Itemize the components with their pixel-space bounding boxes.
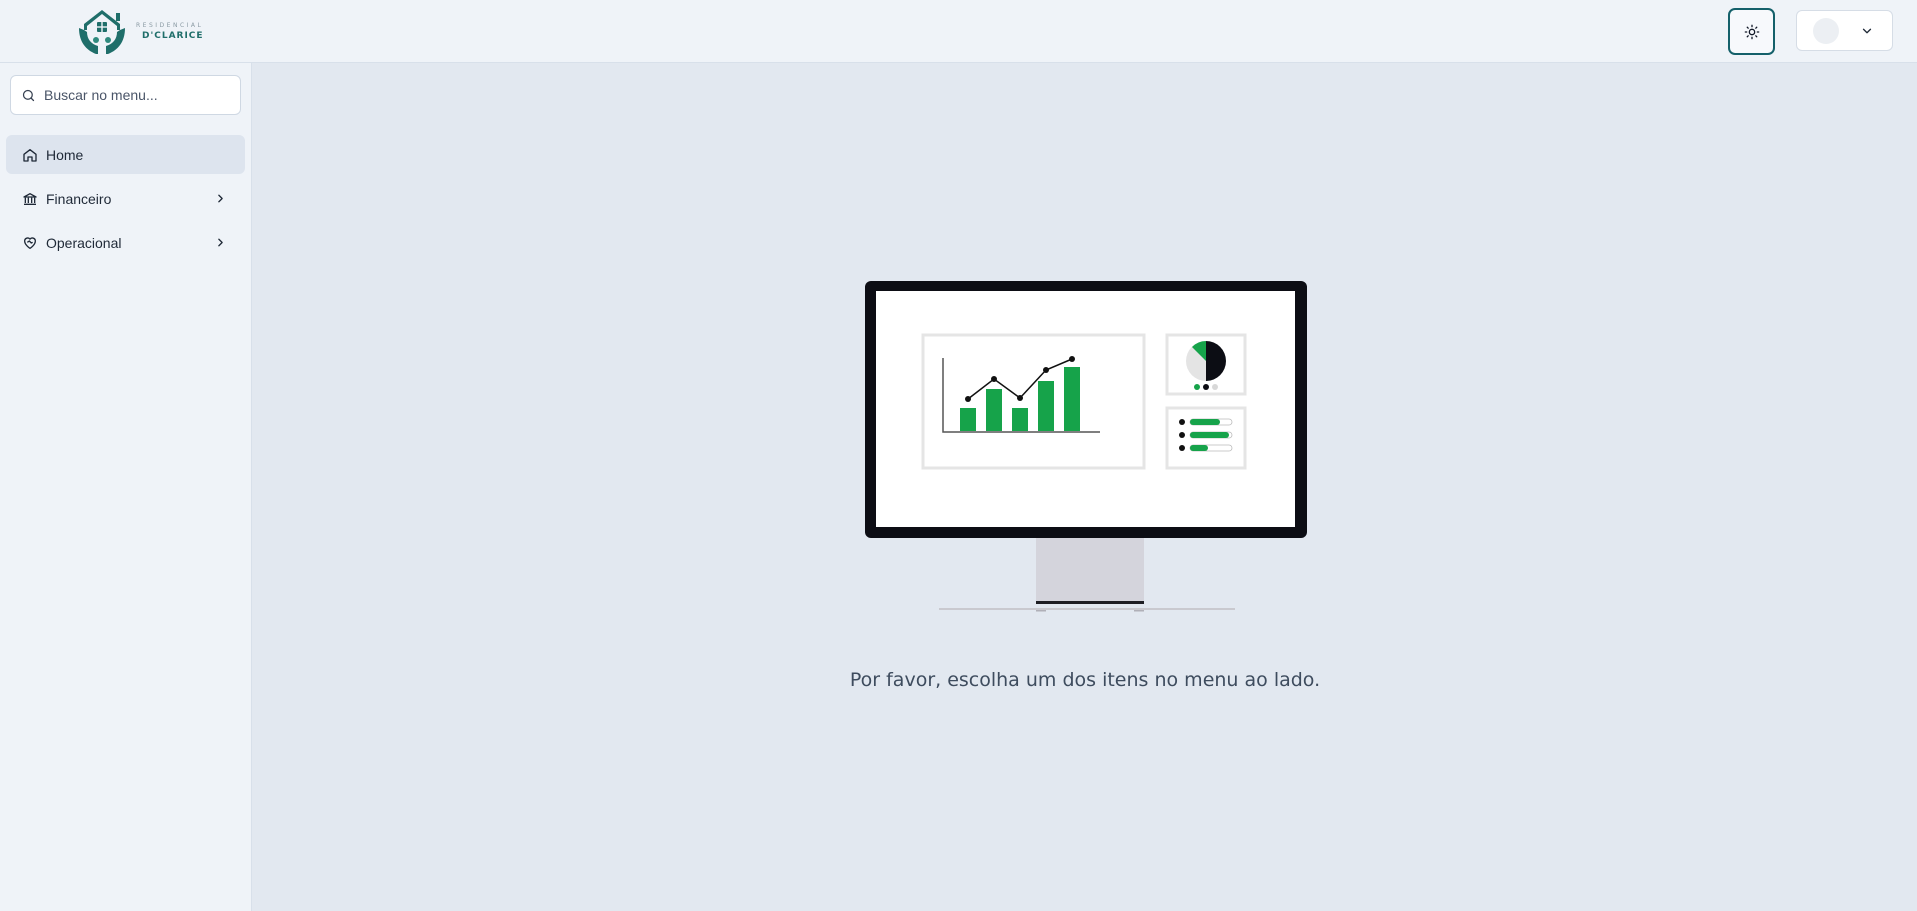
brand-name: D'CLARICE bbox=[142, 31, 204, 41]
sidebar-item-home[interactable]: Home bbox=[6, 135, 245, 174]
brand-subtitle: RESIDENCIAL bbox=[136, 22, 204, 29]
search-box[interactable] bbox=[10, 75, 241, 115]
chevron-down-icon bbox=[1862, 28, 1872, 34]
main-content: Por favor, escolha um dos itens no menu … bbox=[253, 63, 1917, 911]
house-hands-logo-icon bbox=[79, 10, 125, 54]
sidebar-item-operacional[interactable]: Operacional bbox=[6, 223, 245, 262]
user-menu-button[interactable] bbox=[1796, 10, 1893, 51]
sidebar-item-label: Operacional bbox=[46, 234, 122, 251]
search-input[interactable] bbox=[44, 87, 229, 103]
sidebar-item-label: Financeiro bbox=[46, 190, 112, 207]
avatar bbox=[1813, 17, 1839, 44]
top-bar: RESIDENCIAL D'CLARICE bbox=[0, 0, 1917, 63]
home-icon bbox=[23, 148, 37, 162]
dashboard-monitor-illustration bbox=[865, 281, 1307, 612]
chevron-right-icon bbox=[218, 194, 223, 203]
search-icon bbox=[22, 89, 35, 101]
heart-handshake-icon bbox=[24, 236, 36, 249]
sun-icon bbox=[1744, 24, 1759, 39]
sidebar-item-label: Home bbox=[46, 146, 84, 163]
chevron-right-icon bbox=[218, 238, 223, 247]
sidebar-item-financeiro[interactable]: Financeiro bbox=[6, 179, 245, 218]
brand-logo[interactable]: RESIDENCIAL D'CLARICE bbox=[76, 7, 206, 57]
sidebar: Home Financeiro Operacional bbox=[0, 63, 252, 911]
bank-icon bbox=[23, 192, 37, 205]
theme-toggle-button[interactable] bbox=[1728, 8, 1775, 55]
empty-state-message: Por favor, escolha um dos itens no menu … bbox=[849, 669, 1321, 691]
